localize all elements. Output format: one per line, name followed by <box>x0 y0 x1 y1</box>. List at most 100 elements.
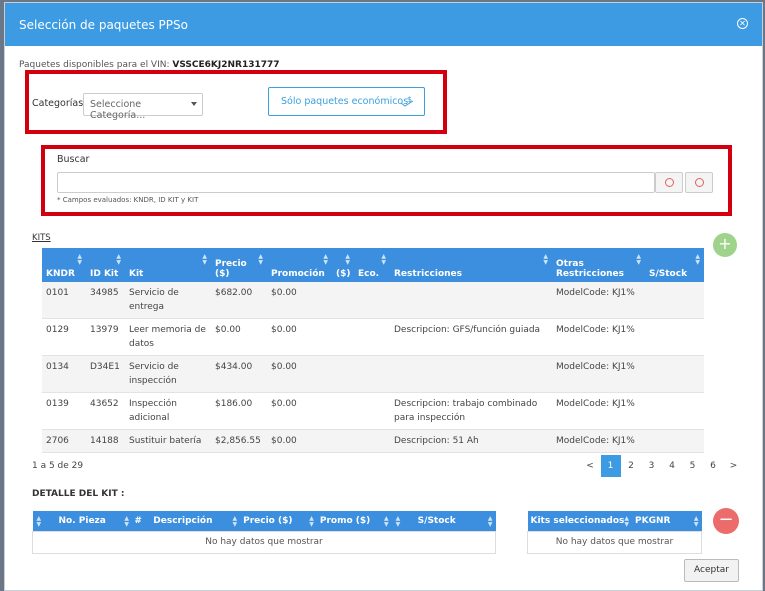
col-pkgnr[interactable]: ▲ ▼ PKGNR <box>632 511 702 531</box>
clear-search-button[interactable] <box>655 172 683 193</box>
economic-packages-label: Sólo paquetes económicos <box>281 96 409 107</box>
col-kit[interactable]: ▲ ▼ Kit <box>125 248 211 282</box>
table-row[interactable]: 2706 14188 Sustituir batería $2,856.55 $0.00… <box>42 429 704 453</box>
col-promocion[interactable]: ▲ ▼ Promoción <box>267 248 332 282</box>
cell-kndr: 0134 <box>42 355 86 393</box>
col-descripcion[interactable]: ▲ ▼ Descripción <box>150 511 241 531</box>
cell-otras: ModelCode: KJ1% <box>552 392 645 430</box>
cell-restr: Descripcion: trabajo combinado para insp… <box>390 392 552 430</box>
sort-icon: ▲ ▼ <box>384 515 389 528</box>
table-row[interactable]: 0129 13979 Leer memoria de datos $0.00 $0.00… <box>42 318 704 356</box>
dialog-title: Selección de paquetes PPSo <box>19 18 188 32</box>
cell-kndr: 2706 <box>42 429 86 453</box>
sort-icon: ▲ ▼ <box>258 253 263 266</box>
cell-kit: Inspección adicional <box>125 392 211 430</box>
cell-promo: $0.00 <box>267 318 332 356</box>
cell-id: 14188 <box>86 429 125 453</box>
apply-search-button[interactable] <box>685 172 713 193</box>
cell-kit: Sustituir batería <box>125 429 211 453</box>
cell-id: 43652 <box>86 392 125 430</box>
col-kndr[interactable]: ▲ ▼ KNDR <box>42 248 86 282</box>
col-precio[interactable]: ▲ ▼ Precio ($) <box>211 248 267 282</box>
cell-restr: Descripcion: GFS/función guiada <box>390 318 552 356</box>
close-icon[interactable]: ✕ <box>737 18 748 29</box>
page-1[interactable]: 1 <box>600 455 621 477</box>
search-input[interactable] <box>57 172 655 193</box>
categories-select-value: Seleccione Categoría... <box>90 99 146 121</box>
col-promo[interactable]: ▲ ▼ Promo ($) <box>316 511 392 531</box>
page-2[interactable]: 2 <box>621 455 641 477</box>
cell-restr: Descripcion: 51 Ah <box>390 429 552 453</box>
table-row[interactable]: 0101 34985 Servicio de entrega $682.00 $0.00… <box>42 282 704 319</box>
col-restricciones[interactable]: ▲ ▼ Restricciones <box>390 248 552 282</box>
cell-otras: ModelCode: KJ1% <box>552 355 645 393</box>
col-precio[interactable]: ▲ ▼ Precio ($) <box>240 511 317 531</box>
cell-precio: $434.00 <box>211 355 267 393</box>
col-id-kit[interactable]: ▲ ▼ ID Kit <box>86 248 125 282</box>
col-sstock[interactable]: ▲ ▼ S/Stock <box>645 248 704 282</box>
sort-icon: ▲ ▼ <box>693 515 699 528</box>
cell-id: 34985 <box>86 282 125 319</box>
svg-text:$: $ <box>407 95 412 104</box>
chevron-down-icon <box>191 102 197 106</box>
sort-icon: ▲ ▼ <box>202 253 207 266</box>
table-row[interactable]: 0134 D34E1 Servicio de inspección $434.00 $0… <box>42 355 704 393</box>
cell-id: 13979 <box>86 318 125 356</box>
empty-message: No hay datos que mostrar <box>527 530 702 554</box>
cell-kit: Servicio de inspección <box>125 355 211 393</box>
cell-precio: $2,856.55 <box>211 429 267 453</box>
search-label: Buscar <box>57 154 90 165</box>
col-amount[interactable]: ▲ ▼ ($) <box>332 248 354 282</box>
sort-icon: ▲ ▼ <box>395 515 401 528</box>
cell-precio: $682.00 <box>211 282 267 319</box>
kit-detail-table: ▲ ▼ No. Pieza ▲ ▼ # ▲ ▼ Descripción ▲ ▼ Precio (… <box>32 511 496 554</box>
empty-message: No hay datos que mostrar <box>32 530 496 554</box>
cell-kit: Leer memoria de datos <box>125 318 211 356</box>
categories-select[interactable]: Seleccione Categoría... <box>83 93 203 121</box>
col-otras-restricciones[interactable]: ▲ ▼ Otras Restricciones <box>552 248 645 282</box>
col-eco[interactable]: ▲ ▼ Eco. <box>354 248 390 282</box>
sort-icon: ▲ ▼ <box>232 515 238 528</box>
sort-icon: ▲ ▼ <box>116 253 121 266</box>
col-sstock[interactable]: ▲ ▼ ▲ ▼ S/Stock <box>391 511 496 531</box>
col-kits-seleccionados[interactable]: ▲ ▼ Kits seleccionados <box>527 511 632 531</box>
remove-kit-button[interactable]: − <box>713 508 739 534</box>
page-6[interactable]: 6 <box>703 455 723 477</box>
page-5[interactable]: 5 <box>683 455 703 477</box>
economic-packages-button[interactable]: Sólo paquetes económicos $ <box>268 87 425 116</box>
dialog-header: Selección de paquetes PPSo ✕ <box>5 3 762 46</box>
cell-promo: $0.00 <box>267 392 332 430</box>
page-next[interactable]: > <box>724 455 744 477</box>
cell-kndr: 0129 <box>42 318 86 356</box>
sort-icon: ▲ ▼ <box>624 515 629 528</box>
pagination: < 1 2 3 4 5 6 > <box>580 455 744 477</box>
sort-icon: ▲ ▼ <box>487 515 493 528</box>
cell-restr <box>390 355 552 393</box>
money-hand-icon: $ <box>400 95 414 107</box>
sort-icon: ▲ ▼ <box>124 515 129 528</box>
cell-otras: ModelCode: KJ1% <box>552 282 645 319</box>
table-row[interactable]: 0139 43652 Inspección adicional $186.00 $0.0… <box>42 392 704 430</box>
add-kit-button[interactable]: + <box>713 233 737 257</box>
sort-icon: ▲ ▼ <box>695 253 700 266</box>
kits-label: KITS <box>32 233 51 243</box>
accept-button[interactable]: Aceptar <box>684 559 739 582</box>
vin-label: Paquetes disponibles para el VIN: <box>19 60 170 70</box>
cell-otras: ModelCode: KJ1% <box>552 318 645 356</box>
vin-value: VSSCE6KJ2NR131777 <box>172 60 280 70</box>
page-4[interactable]: 4 <box>662 455 682 477</box>
cell-precio: $0.00 <box>211 318 267 356</box>
cell-promo: $0.00 <box>267 429 332 453</box>
kit-detail-label: DETALLE DEL KIT : <box>32 489 125 499</box>
packages-dialog: Selección de paquetes PPSo ✕ Paquetes di… <box>4 2 763 591</box>
page-prev[interactable]: < <box>580 455 600 477</box>
sort-icon: ▲ ▼ <box>36 515 42 528</box>
col-no-pieza[interactable]: ▲ ▼ No. Pieza <box>32 511 121 531</box>
check-circle-icon <box>695 178 704 187</box>
kits-table: ▲ ▼ KNDR ▲ ▼ ID Kit ▲ ▼ Kit ▲ ▼ Precio ($) ▲ ▼ Pro… <box>42 248 704 453</box>
sort-icon: ▲ ▼ <box>636 253 641 266</box>
ban-icon <box>665 178 674 187</box>
page-3[interactable]: 3 <box>642 455 662 477</box>
col-num[interactable]: ▲ ▼ # <box>120 511 151 531</box>
vin-line: Paquetes disponibles para el VIN: VSSCE6… <box>19 60 280 70</box>
